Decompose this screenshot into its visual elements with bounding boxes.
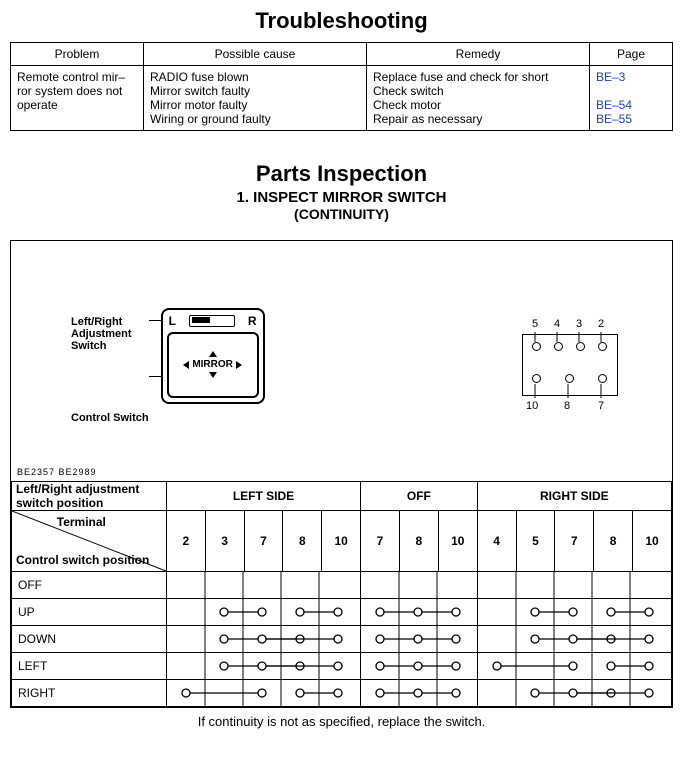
corner-terminal: Terminal (57, 515, 106, 529)
cell-leftside-right (166, 680, 360, 707)
corner-cell: Terminal Control switch position (12, 511, 166, 571)
col-r-10: 10 (633, 511, 672, 572)
col-l-7: 7 (244, 511, 283, 572)
arrow-down-icon (209, 372, 217, 378)
col-l-2: 2 (166, 511, 205, 572)
cell-causes: RADIO fuse blown Mirror switch faulty Mi… (144, 66, 367, 131)
cell-off-right (361, 680, 478, 707)
continuity-table: Left/Right adjustment switch position LE… (11, 481, 672, 707)
cell-remedies: Replace fuse and check for short Check s… (367, 66, 590, 131)
col-r-8: 8 (594, 511, 633, 572)
col-o-10: 10 (438, 511, 477, 572)
group-off: OFF (361, 482, 478, 511)
col-o-8: 8 (399, 511, 438, 572)
lr-switch-label: Left/Right Adjustment Switch (71, 316, 149, 352)
col-o-7: 7 (361, 511, 400, 572)
corner-csp: Control switch position (16, 553, 149, 567)
cause-3: Mirror motor faulty (150, 98, 360, 112)
col-r-4: 4 (477, 511, 516, 572)
th-problem: Problem (11, 43, 144, 66)
cell-off-off (361, 572, 478, 599)
th-page: Page (590, 43, 673, 66)
col-r-5: 5 (516, 511, 555, 572)
row-left: LEFT (12, 653, 167, 680)
footnote: If continuity is not as specified, repla… (10, 714, 673, 729)
th-remedy: Remedy (367, 43, 590, 66)
lr-slider-icon (189, 315, 235, 327)
cell-off-up (361, 599, 478, 626)
col-l-3: 3 (205, 511, 244, 572)
remedy-2: Check motor (373, 98, 583, 112)
page-link-0[interactable]: BE–3 (596, 70, 625, 84)
mirror-text: MIRROR (192, 359, 233, 370)
inspection-figure: Left/Right Adjustment Switch Control Swi… (10, 240, 673, 708)
lr-L: L (169, 314, 176, 328)
control-switch-label: Control Switch (71, 412, 149, 424)
troubleshooting-title: Troubleshooting (10, 8, 673, 34)
cell-rightside-down (477, 626, 671, 653)
cause-2: Mirror switch faulty (150, 84, 360, 98)
cell-rightside-left (477, 653, 671, 680)
remedy-1: Check switch (373, 84, 583, 98)
cell-off-down (361, 626, 478, 653)
row-right: RIGHT (12, 680, 167, 707)
step1-sub: (CONTINUITY) (10, 206, 673, 222)
col-l-10: 10 (322, 511, 361, 572)
cause-4: Wiring or ground faulty (150, 112, 360, 126)
parts-inspection-title: Parts Inspection (10, 161, 673, 187)
cell-pages: BE–3 BE–54 BE–55 (590, 66, 673, 131)
lr-header: Left/Right adjustment switch position (12, 482, 167, 511)
arrow-right-icon (236, 361, 242, 369)
cell-rightside-right (477, 680, 671, 707)
th-cause: Possible cause (144, 43, 367, 66)
cell-leftside-down (166, 626, 360, 653)
group-right: RIGHT SIDE (477, 482, 671, 511)
mirror-switch-icon: L R MIRROR (161, 308, 265, 404)
cell-leftside-up (166, 599, 360, 626)
arrow-up-icon (209, 351, 217, 357)
page-link-3[interactable]: BE–55 (596, 112, 632, 126)
row-off: OFF (12, 572, 167, 599)
group-left: LEFT SIDE (166, 482, 360, 511)
page-link-2[interactable]: BE–54 (596, 98, 632, 112)
row-down: DOWN (12, 626, 167, 653)
connector-diagram-icon: 5 4 3 2 10 8 7 (512, 306, 632, 426)
col-l-8: 8 (283, 511, 322, 572)
cell-rightside-up (477, 599, 671, 626)
arrow-left-icon (183, 361, 189, 369)
col-r-7: 7 (555, 511, 594, 572)
row-up: UP (12, 599, 167, 626)
cell-leftside-off (166, 572, 360, 599)
cell-leftside-left (166, 653, 360, 680)
remedy-3: Repair as necessary (373, 112, 583, 126)
lr-R: R (248, 314, 257, 328)
step1-title: 1. INSPECT MIRROR SWITCH (10, 189, 673, 206)
figure-codes: BE2357 BE2989 (17, 467, 97, 477)
cell-rightside-off (477, 572, 671, 599)
cause-0: RADIO fuse blown (150, 70, 360, 84)
cell-off-left (361, 653, 478, 680)
troubleshooting-table: Problem Possible cause Remedy Page Remot… (10, 42, 673, 131)
remedy-0: Replace fuse and check for short (373, 70, 583, 84)
cell-problem: Remote control mir– ror system does not … (11, 66, 144, 131)
